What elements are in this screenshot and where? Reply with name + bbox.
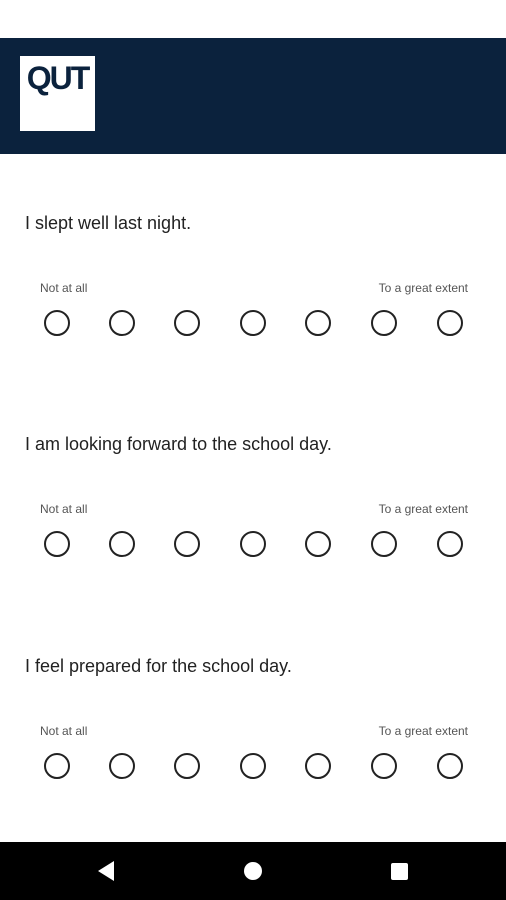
- radio-option-5[interactable]: [305, 753, 331, 779]
- home-icon: [244, 862, 262, 880]
- scale-max-label: To a great extent: [378, 281, 468, 295]
- likert-options: [44, 310, 464, 338]
- radio-option-7[interactable]: [437, 531, 463, 557]
- qut-logo: QUT: [20, 56, 95, 131]
- back-button[interactable]: [76, 842, 136, 900]
- scale-min-label: Not at all: [40, 724, 88, 738]
- radio-option-3[interactable]: [174, 753, 200, 779]
- likert-options: [44, 753, 464, 781]
- scale-max-label: To a great extent: [378, 502, 468, 516]
- scale-min-label: Not at all: [40, 281, 88, 295]
- likert-options: [44, 531, 464, 559]
- radio-option-1[interactable]: [44, 531, 70, 557]
- radio-option-4[interactable]: [240, 531, 266, 557]
- scale-min-label: Not at all: [40, 502, 88, 516]
- radio-option-2[interactable]: [109, 310, 135, 336]
- radio-option-6[interactable]: [371, 310, 397, 336]
- radio-option-1[interactable]: [44, 753, 70, 779]
- android-nav-bar: [0, 842, 506, 900]
- home-button[interactable]: [223, 842, 283, 900]
- radio-option-3[interactable]: [174, 531, 200, 557]
- status-bar: [0, 0, 506, 38]
- question-text: I feel prepared for the school day.: [25, 656, 292, 676]
- radio-option-4[interactable]: [240, 753, 266, 779]
- recent-apps-icon: [390, 862, 408, 880]
- radio-option-3[interactable]: [174, 310, 200, 336]
- scale-max-label: To a great extent: [378, 724, 468, 738]
- radio-option-6[interactable]: [371, 531, 397, 557]
- radio-option-5[interactable]: [305, 310, 331, 336]
- radio-option-1[interactable]: [44, 310, 70, 336]
- radio-option-7[interactable]: [437, 310, 463, 336]
- app-header: QUT: [0, 38, 506, 154]
- back-icon: [98, 861, 114, 881]
- radio-option-6[interactable]: [371, 753, 397, 779]
- radio-option-2[interactable]: [109, 753, 135, 779]
- radio-option-4[interactable]: [240, 310, 266, 336]
- recent-apps-button[interactable]: [369, 842, 429, 900]
- radio-option-7[interactable]: [437, 753, 463, 779]
- question-text: I slept well last night.: [25, 213, 192, 233]
- radio-option-2[interactable]: [109, 531, 135, 557]
- logo-text: QUT: [26, 60, 91, 96]
- radio-option-5[interactable]: [305, 531, 331, 557]
- question-text: I am looking forward to the school day.: [25, 434, 332, 454]
